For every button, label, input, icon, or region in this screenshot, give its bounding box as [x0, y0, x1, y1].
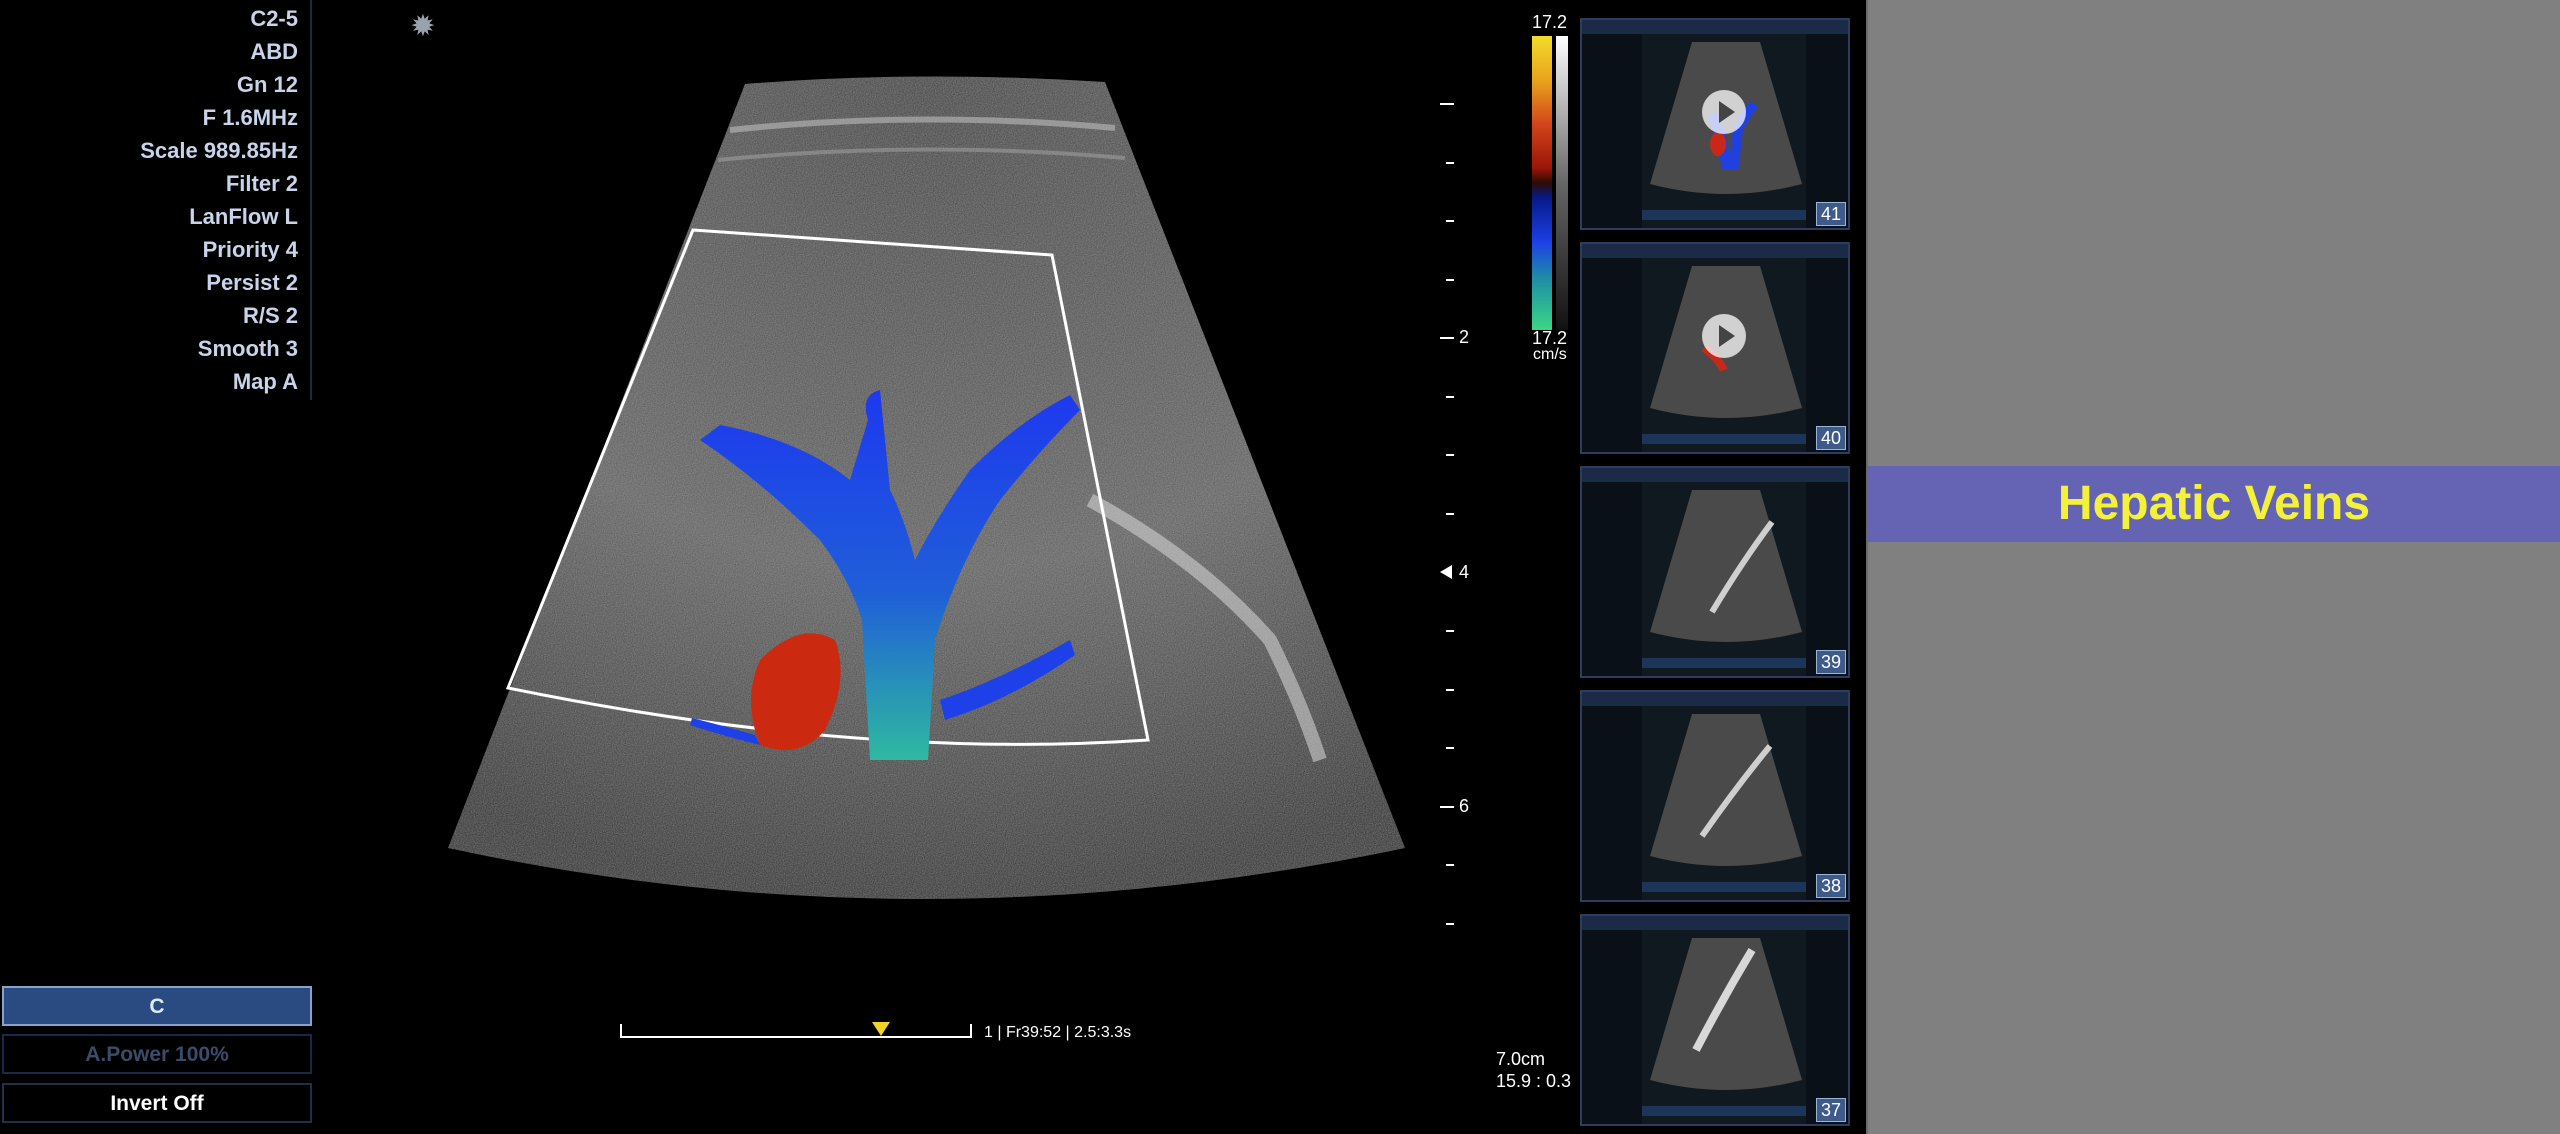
thumb-header [1582, 916, 1848, 930]
depth-tick [1440, 806, 1454, 808]
play-icon[interactable] [1702, 90, 1746, 134]
thumbnail-number: 40 [1815, 426, 1846, 450]
thumb-footer [1642, 882, 1806, 892]
thumb-footer [1642, 210, 1806, 220]
depth-tick [1440, 337, 1454, 339]
depth-readout: 7.0cm [1496, 1049, 1546, 1069]
depth-tick [1446, 689, 1454, 691]
depth-tick [1446, 864, 1454, 866]
thumb-header [1582, 468, 1848, 482]
thumb-sidebar [1582, 34, 1642, 228]
thumb-right-panel [1806, 930, 1848, 1124]
thumb-footer [1642, 1106, 1806, 1116]
play-icon[interactable] [1702, 314, 1746, 358]
depth-tick [1446, 454, 1454, 456]
thumb-image [1650, 938, 1802, 1090]
thumbnail-number: 37 [1815, 1098, 1846, 1122]
thumbnail-number: 41 [1815, 202, 1846, 226]
depth-tick [1446, 220, 1454, 222]
thumb-sidebar [1582, 482, 1642, 676]
grayscale-bar [1556, 36, 1568, 330]
depth-tick [1446, 279, 1454, 281]
focus-marker-icon [1440, 565, 1452, 579]
cine-info: 1 | Fr39:52 | 2.5:3.3s [984, 1024, 1132, 1041]
thumb-right-panel [1806, 482, 1848, 676]
depth-tick [1446, 513, 1454, 515]
thumb-sidebar [1582, 258, 1642, 452]
caption-panel [1868, 0, 2560, 1134]
mode-c-button[interactable]: C [2, 986, 312, 1026]
depth-tick [1446, 630, 1454, 632]
thumbnail[interactable]: 39 [1580, 466, 1850, 678]
thumb-sidebar [1582, 706, 1642, 900]
ultrasound-image [448, 76, 1405, 899]
apower-button[interactable]: A.Power 100% [2, 1034, 312, 1074]
thumbnail[interactable]: 37 [1580, 914, 1850, 1126]
cine-marker-icon[interactable] [872, 1022, 890, 1036]
depth-tick [1440, 103, 1454, 105]
thumb-right-panel [1806, 34, 1848, 228]
thumb-sidebar [1582, 930, 1642, 1124]
color-velocity-bar [1532, 36, 1552, 330]
invert-button[interactable]: Invert Off [2, 1083, 312, 1123]
thumb-header [1582, 692, 1848, 706]
thumbnail[interactable]: 41 [1580, 18, 1850, 230]
thumbnail-number: 39 [1815, 650, 1846, 674]
depth-tick [1446, 396, 1454, 398]
thumb-image [1650, 490, 1802, 642]
depth-label-4: 4 [1459, 562, 1470, 582]
colorbar-unit: cm/s [1533, 346, 1567, 363]
cine-scrollbar[interactable] [620, 1024, 972, 1038]
depth-label-2: 2 [1459, 327, 1470, 347]
thumb-right-panel [1806, 706, 1848, 900]
measurement-readout: 7.0cm 15.9 : 0.3 [1496, 1048, 1571, 1092]
depth-tick [1446, 747, 1454, 749]
depth-label-6: 6 [1459, 796, 1470, 816]
sector-speckle [448, 76, 1405, 899]
thumb-header [1582, 20, 1848, 34]
thumbnail[interactable]: 40 [1580, 242, 1850, 454]
thumb-footer [1642, 434, 1806, 444]
thumbnail-number: 38 [1815, 874, 1846, 898]
frame-rate-readout: 15.9 : 0.3 [1496, 1071, 1572, 1091]
thumb-footer [1642, 658, 1806, 668]
colorbar-max: 17.2 [1532, 12, 1568, 32]
depth-tick [1446, 162, 1454, 164]
depth-tick [1446, 923, 1454, 925]
thumbnail[interactable]: 38 [1580, 690, 1850, 902]
thumb-image [1650, 714, 1802, 866]
thumb-header [1582, 244, 1848, 258]
thumb-right-panel [1806, 258, 1848, 452]
caption-banner: Hepatic Veins [1868, 466, 2560, 542]
